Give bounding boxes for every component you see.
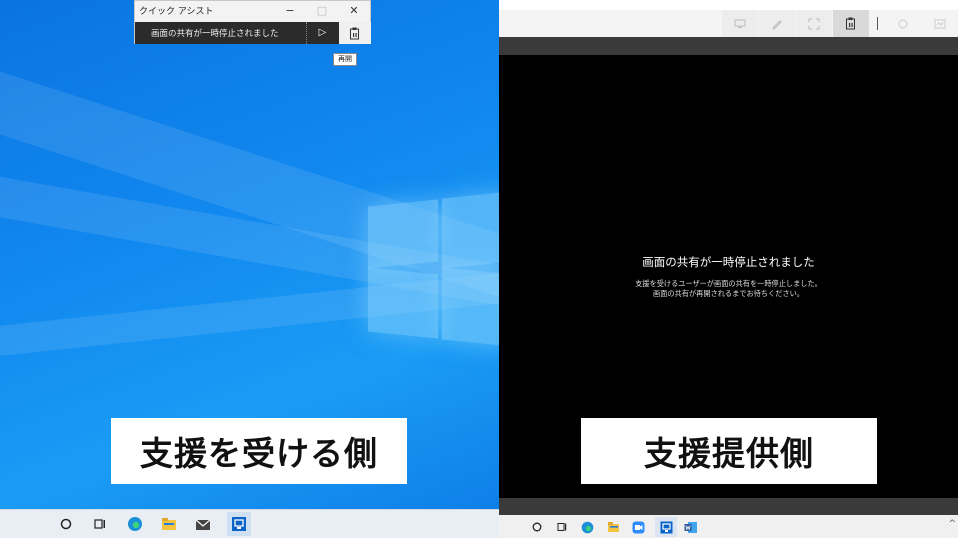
viewer-top-strip [499,0,958,10]
minimize-button[interactable]: − [274,1,306,21]
quick-assist-icon[interactable] [227,512,251,536]
viewer-footer-bar [499,498,958,515]
close-button[interactable]: ✕ [338,1,370,21]
quick-assist-title: クイック アシスト [139,7,214,17]
actual-size-button[interactable] [796,10,832,37]
clipboard-pause-icon [846,17,855,30]
zoom-icon[interactable] [630,519,646,535]
monitor-icon [734,19,746,28]
viewer-toolbar [499,10,958,37]
paused-title: 画面の共有が一時停止されました [642,255,815,269]
maximize-button[interactable]: □ [306,1,338,21]
helper-caption: 支援提供側 [581,418,877,484]
resume-button[interactable]: ▷ [306,22,338,44]
edge-icon[interactable] [125,514,145,534]
window-controls: − □ ✕ [274,1,370,21]
mail-icon[interactable] [193,514,213,534]
resume-tooltip: 再開 [333,53,357,66]
receiver-caption: 支援を受ける側 [111,418,407,484]
word-icon[interactable] [683,519,699,535]
helper-taskbar: ^ [499,515,958,538]
pen-icon [772,19,782,30]
fit-screen-icon [808,18,820,29]
viewer-header-bar [499,37,958,55]
task-manager-icon [934,19,946,28]
file-explorer-icon[interactable] [159,514,179,534]
task-view-icon[interactable] [554,519,570,535]
task-manager-button[interactable] [922,10,958,37]
annotate-button[interactable] [759,10,795,37]
windows-logo [368,187,499,347]
pause-button[interactable] [339,22,371,44]
refresh-icon [898,19,908,28]
paused-message-line1: 支援を受けるユーザーが画面の共有を一時停止しました。 [635,279,822,288]
search-icon[interactable] [529,519,545,535]
paused-message-line2: 画面の共有が再開されるまでお待ちください。 [653,289,804,298]
quick-assist-window: クイック アシスト − □ ✕ 画面の共有が一時停止されました ▷ [134,0,371,44]
search-icon[interactable] [56,514,76,534]
task-view-icon[interactable] [90,514,110,534]
pause-sharing-button[interactable] [833,10,869,37]
clipboard-pause-icon [350,27,359,39]
file-explorer-icon[interactable] [605,519,621,535]
select-monitor-button[interactable] [722,10,758,37]
sharing-paused-status: 画面の共有が一時停止されました [151,29,279,39]
receiver-taskbar [0,509,499,538]
chevron-up-icon[interactable]: ^ [948,519,956,529]
edge-icon[interactable] [579,519,595,535]
quick-assist-icon[interactable] [655,517,677,537]
reconnect-button[interactable] [885,10,921,37]
sharing-status-bar: 画面の共有が一時停止されました ▷ [135,22,371,44]
toolbar-separator [877,17,878,30]
